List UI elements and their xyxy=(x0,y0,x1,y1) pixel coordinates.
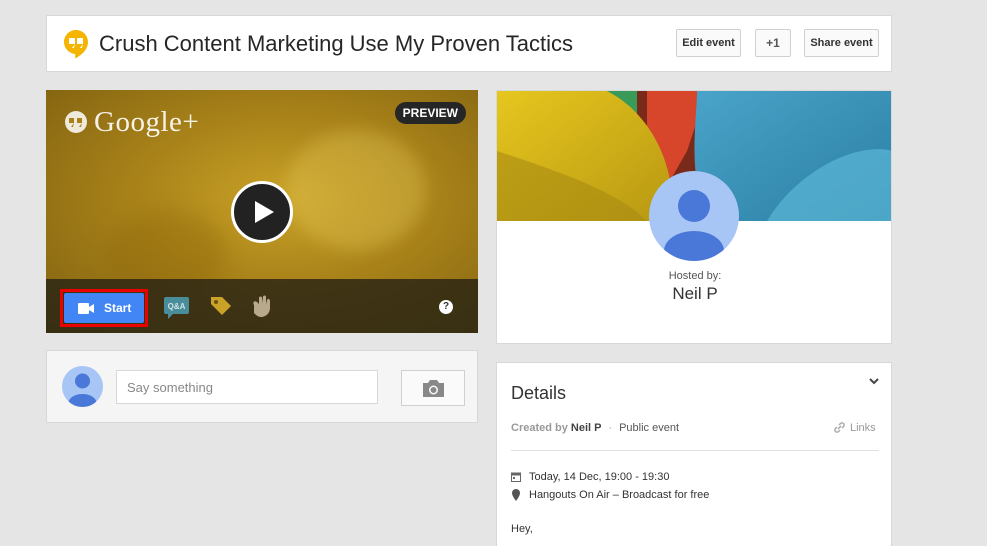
hosted-by-label: Hosted by: xyxy=(668,270,722,282)
details-card: Details Created by Neil P · Public event… xyxy=(496,362,892,546)
svg-text:Q&A: Q&A xyxy=(168,302,186,311)
start-button-label: Start xyxy=(104,301,132,315)
links-label: Links xyxy=(850,421,876,434)
avatar-silhouette-icon xyxy=(664,190,724,261)
video-background-blur xyxy=(286,130,426,250)
visibility-label: Public event xyxy=(619,422,680,434)
event-date: Today, 14 Dec, 19:00 - 19:30 xyxy=(529,471,670,483)
avatar-silhouette-icon xyxy=(68,373,97,407)
hand-icon[interactable] xyxy=(249,293,275,319)
preview-badge: PREVIEW xyxy=(394,102,466,124)
plus-one-button[interactable]: +1 xyxy=(755,29,791,57)
hangouts-quote-icon xyxy=(65,110,87,133)
video-camera-icon xyxy=(78,302,94,314)
hangouts-logo-icon xyxy=(64,30,88,59)
qa-icon[interactable]: Q&A xyxy=(163,293,191,321)
edit-event-button[interactable]: Edit event xyxy=(676,29,741,57)
details-title: Details xyxy=(511,383,567,403)
host-avatar[interactable] xyxy=(649,171,739,261)
help-icon[interactable]: ? xyxy=(439,300,453,314)
camera-icon xyxy=(423,380,444,397)
start-broadcast-button[interactable]: Start xyxy=(64,293,144,323)
google-plus-wordmark: Google+ xyxy=(94,106,200,138)
host-name[interactable]: Neil P xyxy=(497,284,891,304)
play-button[interactable] xyxy=(231,181,293,243)
video-control-bar: Start Q&A ? xyxy=(46,279,478,333)
link-icon xyxy=(834,422,845,433)
creator-name[interactable]: Neil P xyxy=(571,422,601,434)
created-by-row: Created by Neil P · Public event xyxy=(511,422,679,434)
avatar xyxy=(62,366,103,407)
event-date-row: Today, 14 Dec, 19:00 - 19:30 xyxy=(511,471,669,483)
event-location: Hangouts On Air – Broadcast for free xyxy=(529,489,710,501)
share-event-button[interactable]: Share event xyxy=(804,29,879,57)
links-link[interactable]: Links xyxy=(833,421,876,434)
say-something-input[interactable] xyxy=(116,370,378,404)
tag-icon[interactable] xyxy=(209,293,233,319)
comment-box xyxy=(46,350,478,423)
host-card: Hosted by: Neil P xyxy=(496,90,892,344)
separator-dot: · xyxy=(608,422,613,434)
calendar-icon xyxy=(511,472,521,482)
divider xyxy=(511,450,879,451)
google-plus-logo: Google+ xyxy=(64,106,199,139)
hangout-video-preview: Google+ PREVIEW Start Q&A ? xyxy=(46,90,478,333)
event-header: Crush Content Marketing Use My Proven Ta… xyxy=(46,15,892,72)
created-by-label: Created by xyxy=(511,422,568,434)
play-icon xyxy=(255,201,274,223)
location-pin-icon xyxy=(512,489,520,501)
event-location-row: Hangouts On Air – Broadcast for free xyxy=(511,489,709,501)
chevron-down-icon[interactable] xyxy=(868,375,880,387)
add-photo-button[interactable] xyxy=(401,370,465,406)
event-title: Crush Content Marketing Use My Proven Ta… xyxy=(99,31,573,56)
event-description: Hey, xyxy=(511,523,533,535)
